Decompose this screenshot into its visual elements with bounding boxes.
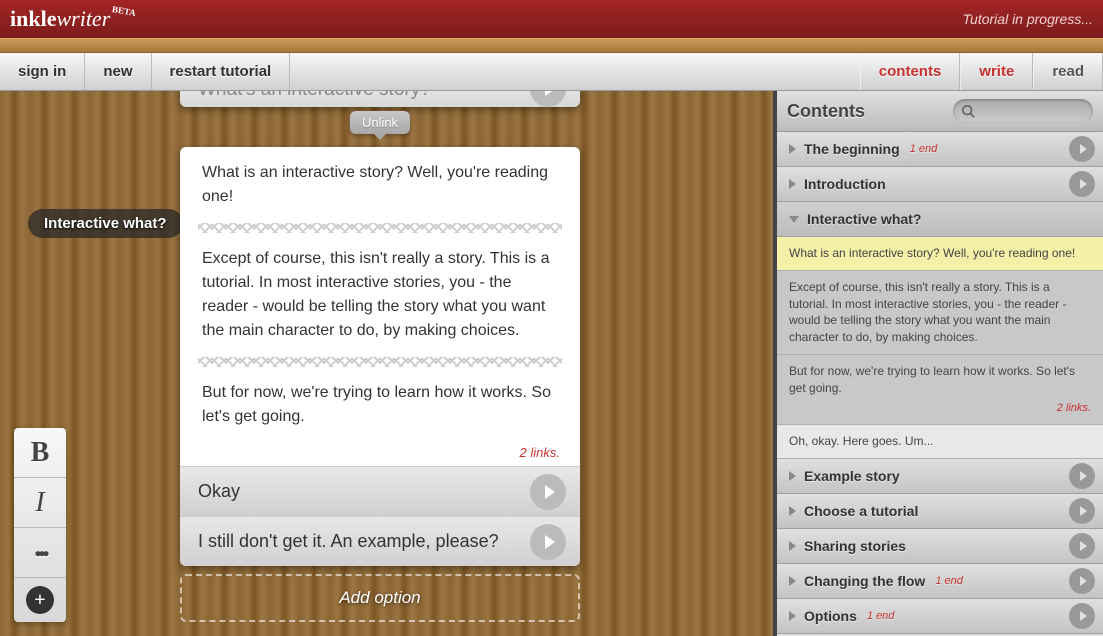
status-text: Tutorial in progress... bbox=[963, 11, 1093, 27]
links-count: 2 links. bbox=[180, 443, 580, 466]
arrow-right-icon[interactable] bbox=[1069, 136, 1095, 162]
links-count: 2 links. bbox=[789, 401, 1091, 416]
toc-snippet[interactable]: What is an interactive story? Well, you'… bbox=[777, 237, 1103, 271]
toc-label: Changing the flow bbox=[804, 573, 925, 589]
story-stack: What's an interactive story? Unlink What… bbox=[180, 91, 580, 622]
toc-label: Options bbox=[804, 608, 857, 624]
toc-item-beginning[interactable]: The beginning 1 end bbox=[777, 132, 1103, 167]
toc-item-sharing-stories[interactable]: Sharing stories bbox=[777, 529, 1103, 564]
unlink-button[interactable]: Unlink bbox=[350, 111, 410, 134]
format-toolbar: B I ... + bbox=[14, 428, 66, 622]
logo-inkle: inkle bbox=[10, 6, 56, 32]
triangle-right-icon bbox=[789, 471, 796, 481]
arrow-right-icon[interactable] bbox=[1069, 171, 1095, 197]
add-option-button[interactable]: Add option bbox=[180, 574, 580, 622]
sidebar: Contents The beginning 1 end Introductio… bbox=[773, 91, 1103, 636]
search-icon bbox=[961, 104, 975, 118]
triangle-right-icon bbox=[789, 506, 796, 516]
arrow-right-icon[interactable] bbox=[1069, 533, 1095, 559]
toc-item-changing-flow[interactable]: Changing the flow 1 end bbox=[777, 564, 1103, 599]
toc-label: Choose a tutorial bbox=[804, 503, 918, 519]
search-input[interactable] bbox=[953, 99, 1093, 123]
signin-button[interactable]: sign in bbox=[0, 53, 85, 90]
toc-label: Sharing stories bbox=[804, 538, 906, 554]
logo[interactable]: inklewriterBETA bbox=[10, 6, 134, 32]
end-badge: 1 end bbox=[935, 575, 963, 587]
option-row[interactable]: Okay bbox=[180, 466, 580, 516]
toc-label: Interactive what? bbox=[807, 211, 921, 227]
toc-label: Example story bbox=[804, 468, 900, 484]
bold-button[interactable]: B bbox=[14, 428, 66, 478]
toc-snippet[interactable]: But for now, we're trying to learn how i… bbox=[777, 355, 1103, 425]
add-button[interactable]: + bbox=[14, 578, 66, 622]
triangle-right-icon bbox=[789, 144, 796, 154]
logo-writer: writer bbox=[56, 6, 110, 32]
end-badge: 1 end bbox=[867, 610, 895, 622]
divider-icon bbox=[198, 357, 562, 367]
workspace: Interactive what? B I ... + What's an in… bbox=[0, 91, 1103, 636]
arrow-right-icon[interactable] bbox=[1069, 568, 1095, 594]
arrow-right-icon[interactable] bbox=[1069, 498, 1095, 524]
option-row[interactable]: I still don't get it. An example, please… bbox=[180, 516, 580, 566]
triangle-right-icon bbox=[789, 179, 796, 189]
previous-card[interactable]: What's an interactive story? bbox=[180, 91, 580, 107]
paragraph[interactable]: Except of course, this isn't really a st… bbox=[180, 233, 580, 357]
wood-band bbox=[0, 38, 1103, 53]
paragraph[interactable]: But for now, we're trying to learn how i… bbox=[180, 367, 580, 443]
read-button[interactable]: read bbox=[1033, 53, 1103, 90]
arrow-right-icon[interactable] bbox=[530, 474, 566, 510]
table-of-contents[interactable]: The beginning 1 end Introduction Interac… bbox=[777, 132, 1103, 636]
sidebar-title: Contents bbox=[787, 101, 865, 122]
option-label: Okay bbox=[198, 481, 240, 501]
arrow-right-icon[interactable] bbox=[1069, 463, 1095, 489]
top-bar: inklewriterBETA Tutorial in progress... bbox=[0, 0, 1103, 38]
toc-item-options[interactable]: Options 1 end bbox=[777, 599, 1103, 634]
main-card: What is an interactive story? Well, you'… bbox=[180, 147, 580, 566]
arrow-right-icon[interactable] bbox=[530, 524, 566, 560]
option-label: I still don't get it. An example, please… bbox=[198, 531, 499, 551]
write-button[interactable]: write bbox=[960, 53, 1033, 90]
triangle-down-icon bbox=[789, 216, 799, 223]
section-chip[interactable]: Interactive what? bbox=[28, 209, 183, 238]
new-button[interactable]: new bbox=[85, 53, 151, 90]
sidebar-header: Contents bbox=[777, 91, 1103, 132]
triangle-right-icon bbox=[789, 576, 796, 586]
arrow-right-icon[interactable] bbox=[1069, 603, 1095, 629]
plus-icon: + bbox=[26, 586, 54, 614]
toc-snippet[interactable]: Oh, okay. Here goes. Um... bbox=[777, 425, 1103, 459]
beta-badge: BETA bbox=[112, 4, 137, 18]
menu-spacer bbox=[290, 53, 860, 90]
toc-snippet[interactable]: Except of course, this isn't really a st… bbox=[777, 271, 1103, 355]
previous-card-text: What's an interactive story? bbox=[198, 91, 431, 100]
toc-snippet-text: But for now, we're trying to learn how i… bbox=[789, 364, 1075, 395]
triangle-right-icon bbox=[789, 611, 796, 621]
arrow-right-icon[interactable] bbox=[530, 91, 566, 107]
toc-item-example-story[interactable]: Example story bbox=[777, 459, 1103, 494]
more-button[interactable]: ... bbox=[14, 528, 66, 578]
divider-icon bbox=[198, 223, 562, 233]
italic-button[interactable]: I bbox=[14, 478, 66, 528]
restart-tutorial-button[interactable]: restart tutorial bbox=[152, 53, 291, 90]
toc-item-interactive-what[interactable]: Interactive what? bbox=[777, 202, 1103, 237]
triangle-right-icon bbox=[789, 541, 796, 551]
contents-button[interactable]: contents bbox=[860, 53, 961, 90]
menu-bar: sign in new restart tutorial contents wr… bbox=[0, 53, 1103, 91]
toc-item-choose-tutorial[interactable]: Choose a tutorial bbox=[777, 494, 1103, 529]
toc-label: The beginning bbox=[804, 141, 900, 157]
canvas: Interactive what? B I ... + What's an in… bbox=[0, 91, 773, 636]
paragraph[interactable]: What is an interactive story? Well, you'… bbox=[180, 147, 580, 223]
end-badge: 1 end bbox=[910, 143, 938, 155]
toc-item-introduction[interactable]: Introduction bbox=[777, 167, 1103, 202]
toc-label: Introduction bbox=[804, 176, 886, 192]
